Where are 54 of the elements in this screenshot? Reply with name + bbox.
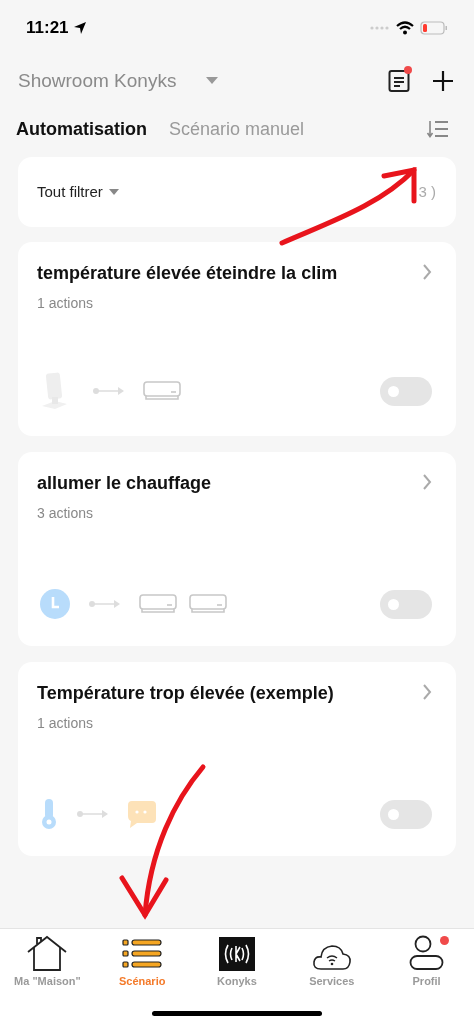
air-conditioner-icon (189, 594, 227, 614)
toggle-switch[interactable] (380, 376, 432, 406)
sort-icon[interactable] (426, 119, 450, 139)
tab[interactable]: Automatisation (16, 115, 147, 143)
signal-icon (370, 25, 390, 31)
wifi-icon (396, 21, 414, 35)
filter-dropdown[interactable]: Tout filtrer (37, 180, 119, 204)
tab-bar-label: Services (309, 974, 355, 989)
list-icon (122, 937, 163, 971)
tab-bar-label: Konyks (217, 974, 257, 989)
air-conditioner-icon (143, 381, 181, 401)
caret-icon (108, 189, 119, 195)
location-icon (72, 21, 87, 35)
tab-bar-label: Ma "Maison" (14, 974, 81, 989)
notes-button[interactable] (388, 69, 410, 93)
scene-subtitle: 1 actions (37, 714, 95, 733)
scene-title: allumer le chauffage (37, 472, 212, 494)
cloud-icon (311, 943, 352, 971)
chevron-icon (422, 474, 432, 490)
caret-icon (206, 77, 219, 85)
tab-bar-item[interactable]: Services (284, 933, 380, 990)
thermometer-icon (39, 798, 59, 830)
toggle-switch[interactable] (380, 589, 432, 619)
scene-card[interactable]: Température trop élevée (exemple) 1 actions (18, 662, 456, 856)
scene-card[interactable]: allumer le chauffage 3 actions (18, 452, 456, 646)
tab-bar-item[interactable]: Konyks (189, 933, 285, 990)
tab-bar-item[interactable]: Profil (379, 933, 474, 990)
add-button[interactable] (432, 70, 454, 92)
arrow-icon (93, 386, 125, 396)
chevron-icon (422, 684, 432, 700)
clock-icon (39, 588, 71, 620)
tab-bar-label: Profil (412, 974, 441, 989)
scene-title: Température trop élevée (exemple) (37, 682, 334, 704)
toggle-switch[interactable] (380, 799, 432, 829)
arrow-icon (89, 599, 121, 609)
person-icon (408, 935, 445, 971)
air-conditioner-icon (139, 594, 177, 614)
scene-card[interactable]: température élevée éteindre la clim 1 actions (18, 242, 456, 436)
battery-icon (420, 21, 448, 35)
tab-bar-item[interactable]: Ma "Maison" (0, 933, 95, 990)
tab[interactable]: Scénario manuel (169, 115, 305, 143)
arrow-icon (77, 809, 109, 819)
scene-title: température élevée éteindre la clim (37, 262, 338, 284)
status-time: 11:21 (26, 17, 69, 40)
tab-bar-label: Scénario (118, 974, 166, 989)
chat-bubble-icon (127, 799, 157, 829)
tab-bar-item[interactable]: Scénario (94, 933, 190, 990)
logo-icon (219, 937, 255, 971)
house-icon (26, 935, 69, 971)
home-selector[interactable]: Showroom Konyks (18, 66, 219, 96)
scene-subtitle: 1 actions (37, 294, 95, 313)
chevron-icon (422, 264, 432, 280)
scene-subtitle: 3 actions (37, 504, 95, 523)
scene-count: 3 ) (418, 181, 436, 202)
